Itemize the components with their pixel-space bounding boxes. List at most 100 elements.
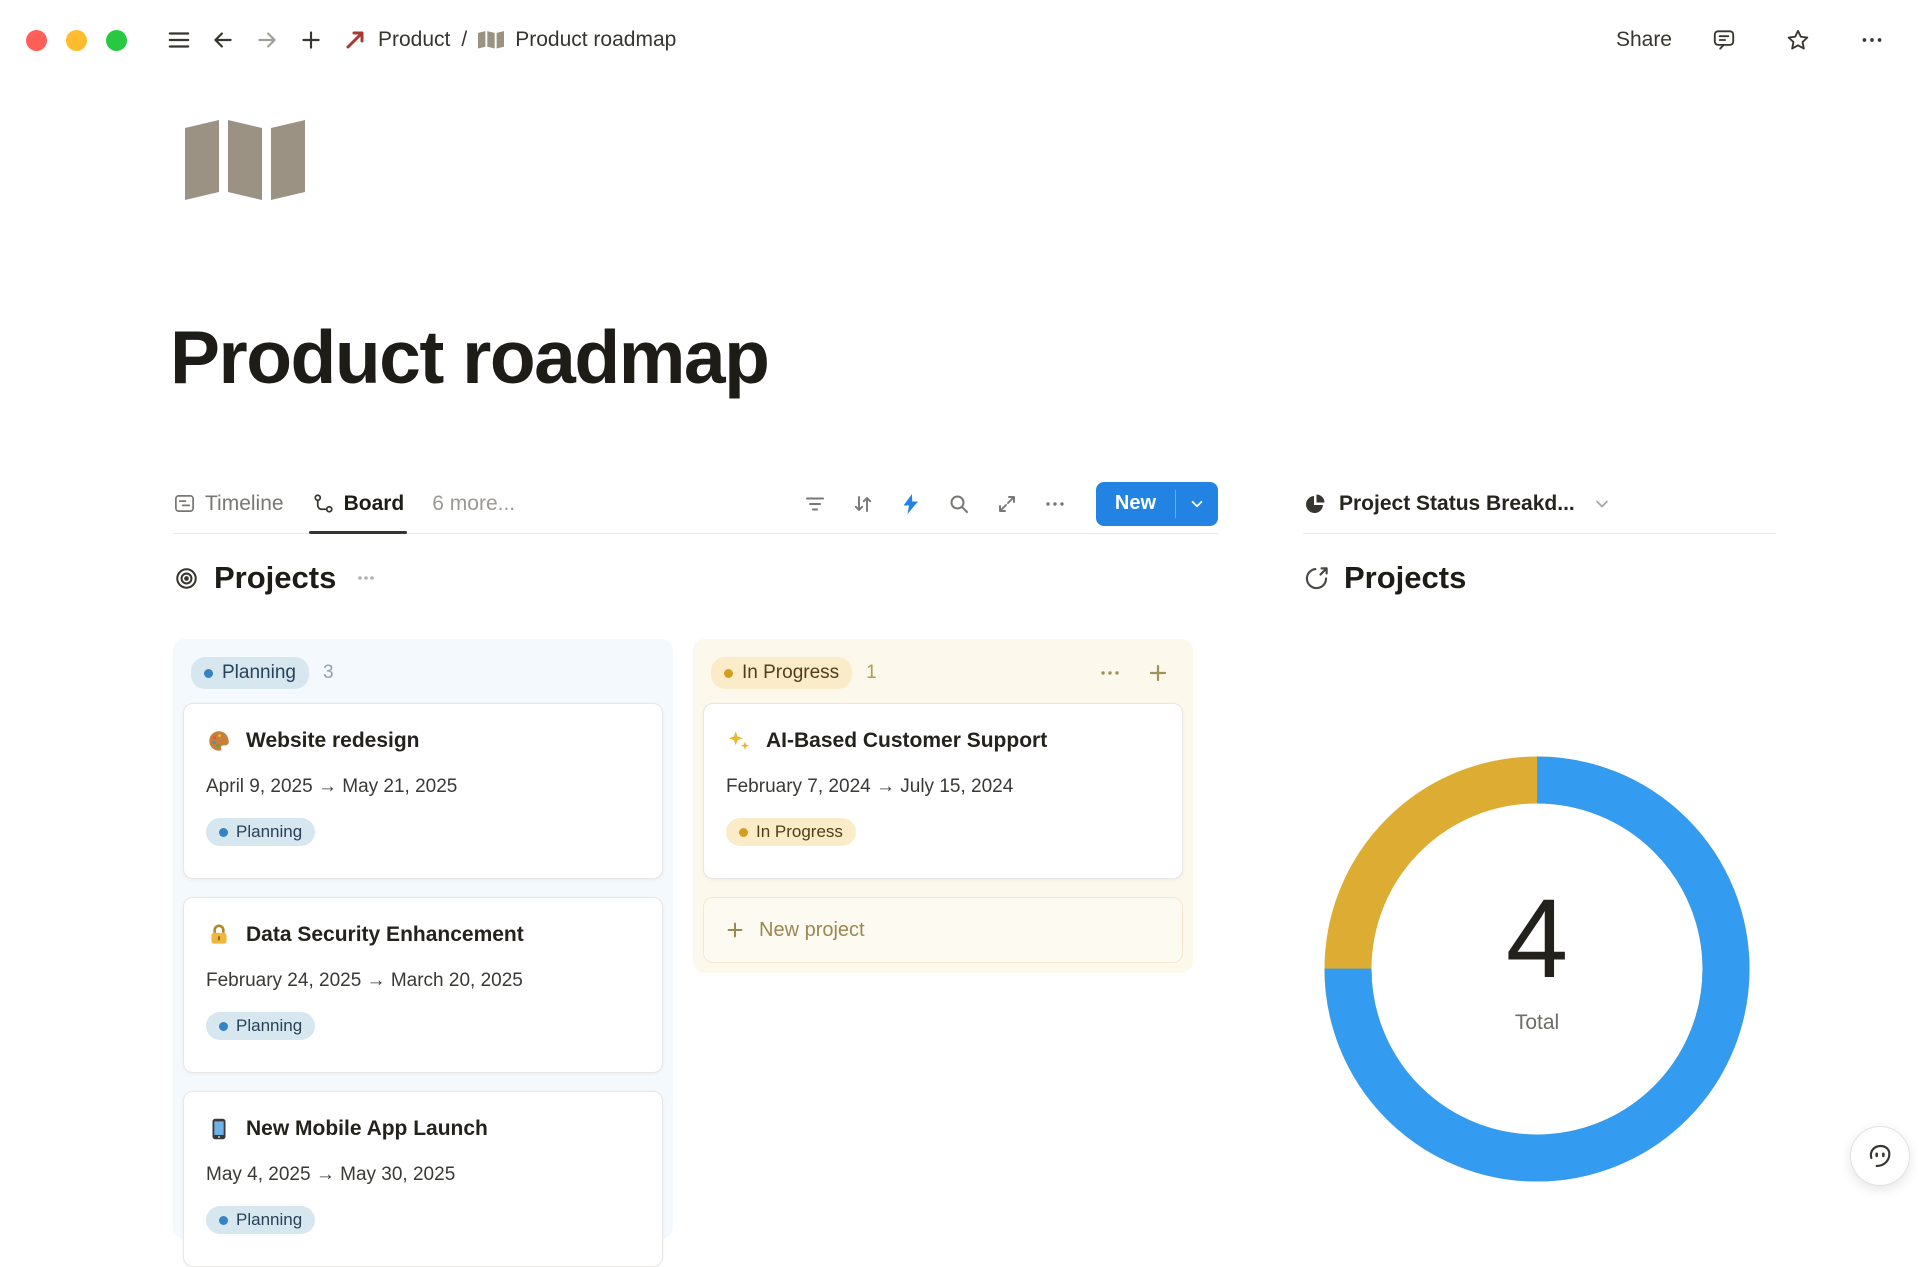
column-planning-cards: Website redesign April 9, 2025 → May 21,… (183, 703, 663, 1267)
plus-icon (724, 919, 746, 941)
chevron-down-icon (1188, 495, 1206, 513)
kanban-board: Planning 3 Website redesign April 9, 202… (173, 639, 1218, 1239)
window-controls (26, 30, 127, 51)
column-count: 3 (323, 662, 334, 684)
share-button[interactable]: Share (1616, 28, 1672, 52)
expand-button[interactable] (986, 485, 1028, 523)
forward-button[interactable] (245, 18, 289, 62)
status-badge: Planning (206, 1206, 315, 1234)
chart-section-header: Projects (1303, 560, 1776, 596)
sidebar-menu-button[interactable] (157, 18, 201, 62)
timeline-view-icon (173, 492, 196, 515)
search-button[interactable] (938, 485, 980, 523)
column-name: Planning (222, 662, 296, 684)
filter-icon (803, 492, 827, 516)
map-icon (478, 30, 504, 51)
new-project-label: New project (759, 919, 865, 942)
card-date-range: February 7, 2024 → July 15, 2024 (726, 776, 1160, 798)
status-dot (739, 828, 748, 837)
notion-ai-face-icon (1864, 1140, 1896, 1172)
chart-panel-header[interactable]: Project Status Breakd... (1303, 474, 1776, 534)
new-dropdown-button[interactable] (1176, 482, 1218, 526)
zoom-window-button[interactable] (106, 30, 127, 51)
chart-panel-title: Project Status Breakd... (1339, 492, 1575, 516)
minimize-window-button[interactable] (66, 30, 87, 51)
chevron-down-icon (1592, 494, 1612, 514)
status-badge: Planning (206, 1012, 315, 1040)
new-button[interactable]: New (1096, 482, 1175, 526)
status-badge: In Progress (726, 818, 856, 846)
notion-ai-button[interactable] (1850, 1126, 1910, 1186)
sort-button[interactable] (842, 485, 884, 523)
column-menu-button[interactable] (1093, 656, 1127, 690)
tab-board[interactable]: Board (312, 474, 405, 533)
palette-icon (206, 728, 232, 754)
plus-icon (298, 27, 324, 53)
status-dot (219, 1216, 228, 1225)
mobile-phone-icon (206, 1116, 232, 1142)
expand-arrows-icon (995, 492, 1019, 516)
ellipsis-icon (1859, 27, 1885, 53)
board-view-icon (312, 492, 335, 515)
column-count: 1 (866, 662, 877, 684)
card-title: AI-Based Customer Support (766, 729, 1047, 753)
breadcrumb-separator: / (461, 28, 467, 52)
tab-board-label: Board (344, 492, 405, 516)
status-dot (204, 669, 213, 678)
card-new-mobile-app-launch[interactable]: New Mobile App Launch May 4, 2025 → May … (183, 1091, 663, 1267)
card-website-redesign[interactable]: Website redesign April 9, 2025 → May 21,… (183, 703, 663, 879)
favorite-button[interactable] (1776, 18, 1820, 62)
column-in-progress: In Progress 1 (693, 639, 1193, 973)
card-title: Data Security Enhancement (246, 923, 524, 947)
card-ai-based-customer-support[interactable]: AI-Based Customer Support February 7, 20… (703, 703, 1183, 879)
page-icon-button[interactable] (185, 118, 305, 208)
automations-button[interactable] (890, 485, 932, 523)
teamspace-dart-icon (343, 28, 367, 52)
back-button[interactable] (201, 18, 245, 62)
view-toolbar: New (794, 482, 1218, 526)
breadcrumb-parent[interactable]: Product (378, 28, 450, 52)
sort-arrows-icon (851, 492, 875, 516)
ellipsis-icon (354, 566, 378, 590)
ellipsis-icon (1043, 492, 1067, 516)
column-add-card-button[interactable] (1141, 656, 1175, 690)
section-menu-button[interactable] (354, 566, 378, 590)
new-project-button[interactable]: New project (703, 897, 1183, 963)
breadcrumb-current[interactable]: Product roadmap (515, 28, 676, 52)
card-title: New Mobile App Launch (246, 1117, 488, 1141)
column-in-progress-cards: AI-Based Customer Support February 7, 20… (703, 703, 1183, 879)
comment-bubble-icon (1711, 27, 1737, 53)
card-title: Website redesign (246, 729, 420, 753)
sparkles-icon (726, 728, 752, 754)
board-section-header: Projects (173, 560, 1218, 596)
star-icon (1785, 27, 1811, 53)
tab-timeline[interactable]: Timeline (173, 474, 284, 533)
window-topbar: Product / Product roadmap Share (0, 0, 1920, 80)
card-date-range: April 9, 2025 → May 21, 2025 (206, 776, 640, 798)
breadcrumb: Product / Product roadmap (343, 28, 676, 52)
column-actions (1093, 656, 1175, 690)
close-window-button[interactable] (26, 30, 47, 51)
arrow-right-icon (254, 27, 280, 53)
view-tabs-bar: Timeline Board 6 more... (173, 474, 1218, 534)
view-options-button[interactable] (1034, 485, 1076, 523)
status-dot (219, 1022, 228, 1031)
pie-chart-icon (1303, 492, 1327, 516)
donut-chart: 4 Total (1297, 729, 1777, 1209)
more-options-button[interactable] (1850, 18, 1894, 62)
tab-timeline-label: Timeline (205, 492, 284, 516)
filter-button[interactable] (794, 485, 836, 523)
column-planning-header: Planning 3 (183, 649, 663, 697)
map-icon (185, 118, 305, 208)
card-date-range: February 24, 2025 → March 20, 2025 (206, 970, 640, 992)
topbar-actions: Share (1616, 18, 1894, 62)
page-title: Product roadmap (170, 314, 768, 400)
more-views-button[interactable]: 6 more... (432, 492, 515, 516)
comments-button[interactable] (1702, 18, 1746, 62)
new-page-button[interactable] (289, 18, 333, 62)
card-data-security-enhancement[interactable]: Data Security Enhancement February 24, 2… (183, 897, 663, 1073)
in-progress-status-pill[interactable]: In Progress (711, 657, 852, 689)
plus-icon (1146, 661, 1170, 685)
status-dot (724, 669, 733, 678)
planning-status-pill[interactable]: Planning (191, 657, 309, 689)
